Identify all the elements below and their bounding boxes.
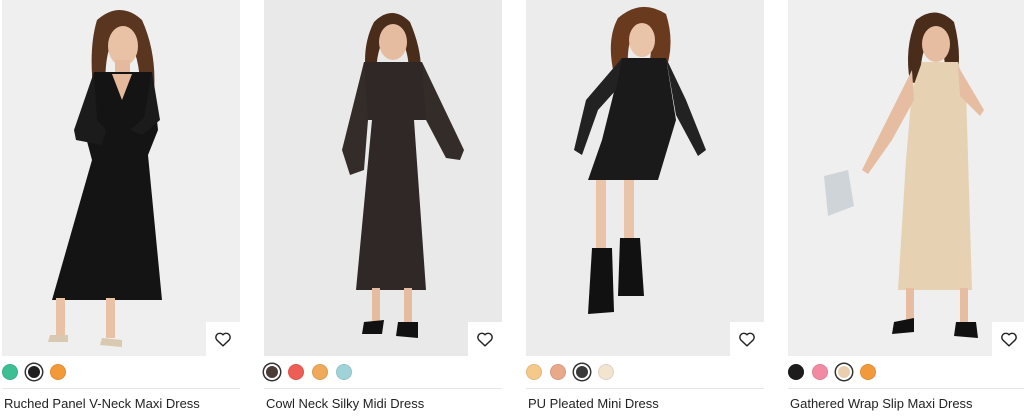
color-swatches <box>788 364 876 382</box>
color-swatch-selected[interactable] <box>264 364 280 380</box>
product-card[interactable]: Ruched Panel V-Neck Maxi Dress <box>2 0 240 411</box>
divider <box>788 388 1024 389</box>
heart-outline-icon <box>477 332 493 347</box>
color-swatches <box>264 364 352 382</box>
color-swatch[interactable] <box>788 364 804 380</box>
color-swatch-selected[interactable] <box>26 364 42 380</box>
color-swatch[interactable] <box>860 364 876 380</box>
product-image[interactable] <box>2 0 240 356</box>
divider <box>264 388 502 389</box>
color-swatch[interactable] <box>812 364 828 380</box>
color-swatch[interactable] <box>312 364 328 380</box>
model-photo <box>574 6 706 314</box>
heart-outline-icon <box>739 332 755 347</box>
model-photo <box>48 10 162 347</box>
color-swatch[interactable] <box>336 364 352 380</box>
color-swatch[interactable] <box>288 364 304 380</box>
product-card[interactable]: PU Pleated Mini Dress <box>526 0 764 411</box>
divider <box>2 388 240 389</box>
wishlist-button[interactable] <box>730 322 764 356</box>
color-swatches <box>2 364 66 382</box>
color-swatch-selected[interactable] <box>574 364 590 380</box>
color-swatch[interactable] <box>50 364 66 380</box>
product-card[interactable]: Gathered Wrap Slip Maxi Dress <box>788 0 1024 411</box>
product-image[interactable] <box>788 0 1024 356</box>
wishlist-button[interactable] <box>992 322 1024 356</box>
color-swatch[interactable] <box>526 364 542 380</box>
wishlist-button[interactable] <box>468 322 502 356</box>
color-swatch[interactable] <box>598 364 614 380</box>
heart-outline-icon <box>1001 332 1017 347</box>
color-swatch-selected[interactable] <box>836 364 852 380</box>
color-swatch[interactable] <box>550 364 566 380</box>
product-name[interactable]: Cowl Neck Silky Midi Dress <box>266 396 424 411</box>
product-name[interactable]: Gathered Wrap Slip Maxi Dress <box>790 396 973 411</box>
heart-outline-icon <box>215 332 231 347</box>
product-image[interactable] <box>526 0 764 356</box>
product-name[interactable]: Ruched Panel V-Neck Maxi Dress <box>4 396 200 411</box>
product-card[interactable]: Cowl Neck Silky Midi Dress <box>264 0 502 411</box>
color-swatch[interactable] <box>2 364 18 380</box>
product-image[interactable] <box>264 0 502 356</box>
color-swatches <box>526 364 614 382</box>
wishlist-button[interactable] <box>206 322 240 356</box>
model-photo <box>824 12 984 338</box>
product-name[interactable]: PU Pleated Mini Dress <box>528 396 659 411</box>
divider <box>526 388 764 389</box>
model-photo <box>342 13 464 338</box>
